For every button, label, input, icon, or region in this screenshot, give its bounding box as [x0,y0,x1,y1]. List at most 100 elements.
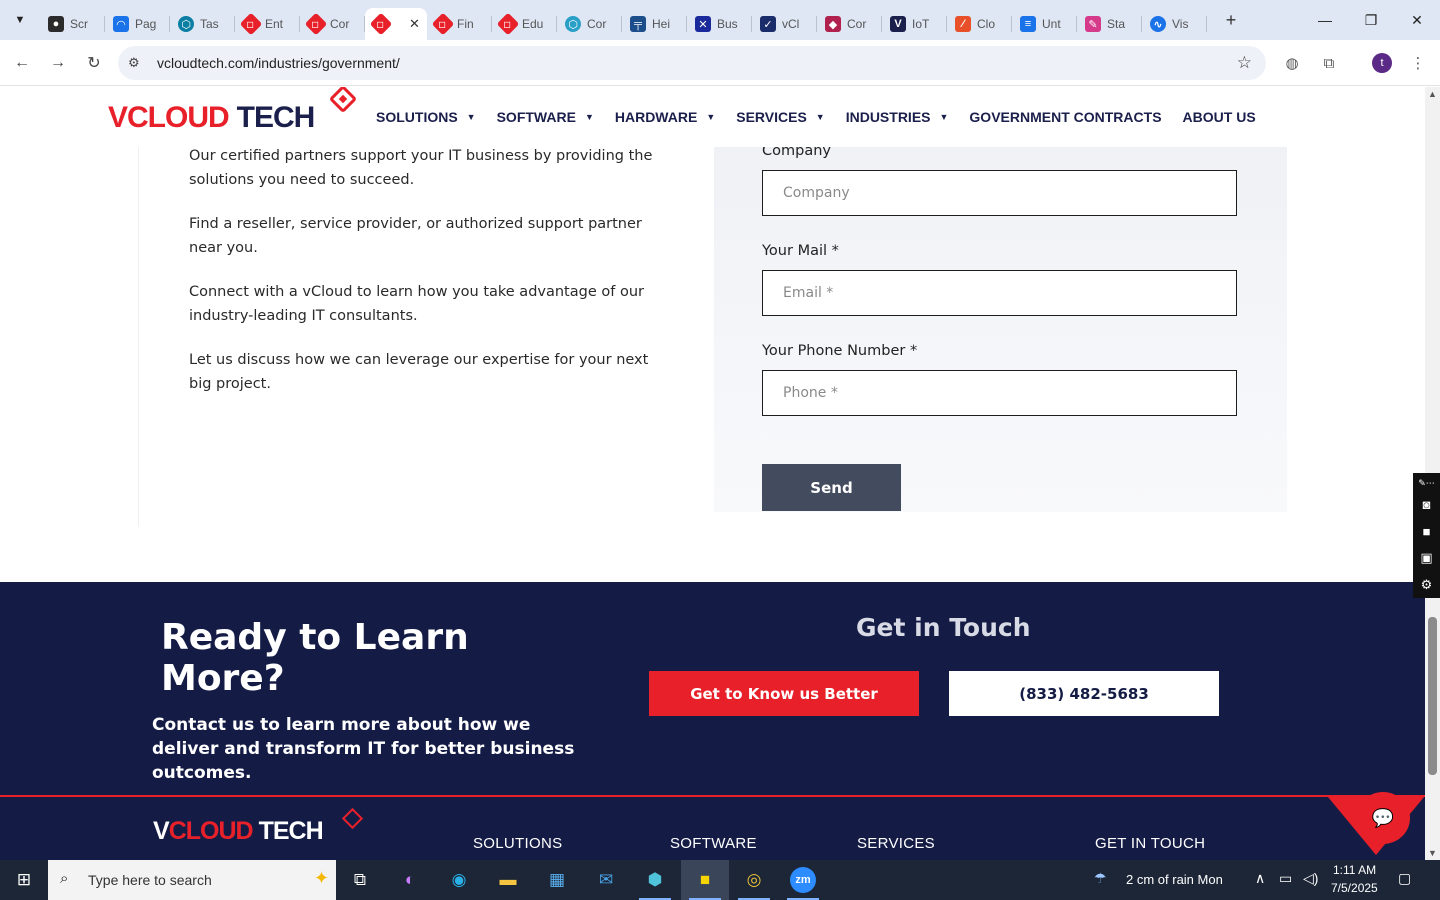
app-hexagon-icon[interactable]: ⬢ [631,860,679,900]
weather-text[interactable]: 2 cm of rain Mon [1126,872,1223,887]
browser-tab[interactable]: ◇ Fin [427,8,492,40]
url-text[interactable]: vcloudtech.com/industries/government/ [157,55,400,71]
bookmark-star-icon[interactable]: ☆ [1237,53,1252,73]
email-input[interactable] [762,270,1237,316]
clock-time[interactable]: 1:11 AM [1333,863,1376,877]
close-tab-icon[interactable]: ✕ [409,16,420,32]
v-icon: V [890,16,906,32]
browser-tab[interactable]: ◇ Edu [492,8,557,40]
caret-down-icon: ▼ [815,112,825,122]
file-explorer-icon[interactable]: ▬ [484,860,532,900]
close-window-icon[interactable]: ✕ [1394,0,1440,40]
back-arrow-icon[interactable]: ← [8,49,36,77]
weather-umbrella-icon[interactable]: ☂ [1094,870,1107,887]
tab-title: Hei [652,17,671,31]
phone-button[interactable]: (833) 482-5683 [949,671,1219,716]
nav-software[interactable]: SOFTWARE ▼ [497,109,594,125]
ruler-icon: ╤ [630,16,646,32]
site-logo[interactable]: VCLOUD TECH [108,101,315,135]
gear-icon[interactable]: ⚙ [1421,571,1433,598]
network-icon[interactable]: ▭ [1279,870,1292,887]
browser-tab[interactable]: ● Scr [40,8,105,40]
tab-title: Unt [1042,17,1061,31]
browser-tab[interactable]: ✓ vCl [752,8,817,40]
chat-bubble-icon[interactable]: 💬 [1356,792,1410,844]
tab-title: Cor [587,17,607,31]
tab-search-chevron-icon[interactable]: ▼ [6,6,34,34]
get-to-know-button[interactable]: Get to Know us Better [649,671,919,716]
video-icon[interactable]: ■ [1423,518,1431,545]
browser-tab[interactable]: ✕ Bus [687,8,752,40]
browser-tab[interactable]: ⬡ Cor [557,8,622,40]
main-nav: SOLUTIONS ▼ SOFTWARE ▼ HARDWARE ▼ SERVICES ▼… [376,87,1277,147]
tab-title: vCl [782,17,800,31]
browser-tab[interactable]: ◆ Cor [817,8,882,40]
scroll-down-icon[interactable]: ▼ [1428,848,1437,858]
browser-tab[interactable]: ◇ Cor [300,8,365,40]
taskbar-search[interactable]: ⌕ Type here to search ✦ [48,860,336,900]
sticky-notes-icon[interactable]: ■ [681,860,729,900]
browser-tab[interactable]: ◇ Ent [235,8,300,40]
cta-title: Ready to Learn More? [161,617,469,699]
nav-solutions[interactable]: SOLUTIONS ▼ [376,109,476,125]
browser-tab[interactable]: ⬡ Tas [170,8,235,40]
store-icon[interactable]: ▦ [533,860,581,900]
camera-icon[interactable]: ◙ [1423,491,1431,518]
tab-title: Tas [200,17,219,31]
extensions-puzzle-icon[interactable]: ⧉ [1315,49,1343,77]
send-button[interactable]: Send [762,464,901,511]
scroll-up-icon[interactable]: ▲ [1428,89,1437,99]
forward-arrow-icon[interactable]: → [44,49,72,77]
new-tab-plus-icon[interactable]: + [1217,6,1245,34]
browser-tab[interactable]: ✎ Sta [1077,8,1142,40]
nav-government-contracts[interactable]: GOVERNMENT CONTRACTS [969,109,1161,125]
nav-industries[interactable]: INDUSTRIES ▼ [846,109,949,125]
phone-input[interactable] [762,370,1237,416]
address-bar[interactable]: ⚙ vcloudtech.com/industries/government/ … [118,46,1266,80]
translate-globe-icon[interactable]: ◍ [1278,49,1306,77]
nav-label: SOFTWARE [496,109,576,125]
nav-label: ABOUT US [1182,109,1256,125]
edge-icon[interactable]: ◉ [435,860,483,900]
browser-tab[interactable]: ≡ Unt [1012,8,1077,40]
browser-tab[interactable]: V IoT [882,8,947,40]
pen-icon: ✎ [1085,16,1101,32]
windows-start-icon[interactable]: ⊞ [0,860,48,900]
nav-services[interactable]: SERVICES ▼ [736,109,824,125]
volume-icon[interactable]: ◁) [1303,870,1318,887]
notifications-icon[interactable]: ▢ [1398,870,1411,887]
window-icon[interactable]: ▣ [1420,544,1432,571]
browser-tab[interactable]: ∿ Vis [1142,8,1207,40]
footer-logo[interactable]: VCLOUD TECH [153,817,324,846]
browser-tab[interactable]: ⁄ Clo [947,8,1012,40]
browser-tab[interactable]: ◠ Pag [105,8,170,40]
site-settings-icon[interactable]: ⚙ [128,55,140,71]
profile-avatar[interactable]: t [1372,53,1392,73]
browser-tab[interactable]: ╤ Hei [622,8,687,40]
task-view-icon[interactable]: ⧉ [336,860,384,900]
chrome-icon[interactable]: ◎ [730,860,778,900]
nav-hardware[interactable]: HARDWARE ▼ [615,109,715,125]
scrollbar-thumb[interactable] [1428,617,1437,775]
tray-chevron-icon[interactable]: ∧ [1255,870,1265,887]
minimize-icon[interactable]: — [1302,0,1348,40]
camera-icon: ● [48,16,64,32]
company-input[interactable] [762,170,1237,216]
check-icon: ✓ [760,16,776,32]
doc-icon: ≡ [1020,16,1036,32]
pulse-icon: ∿ [1150,16,1166,32]
copilot-icon[interactable]: ◐ [386,860,434,900]
browser-menu-kebab-icon[interactable]: ⋮ [1404,49,1432,77]
nav-about-us[interactable]: ABOUT US [1183,109,1256,125]
taskbar-search-placeholder: Type here to search [88,872,212,888]
mail-icon[interactable]: ✉ [582,860,630,900]
reload-icon[interactable]: ↻ [80,49,108,77]
clock-date[interactable]: 7/5/2025 [1331,881,1378,895]
restore-icon[interactable]: ❐ [1348,0,1394,40]
browser-tab-active[interactable]: ◇ ✕ [365,8,427,40]
pin-icon[interactable]: ✎⋯ [1418,477,1435,491]
tab-title: Ent [265,17,284,31]
zoom-icon[interactable]: zm [779,860,827,900]
search-icon: ⌕ [60,870,69,887]
slash-icon: ⁄ [955,16,971,32]
